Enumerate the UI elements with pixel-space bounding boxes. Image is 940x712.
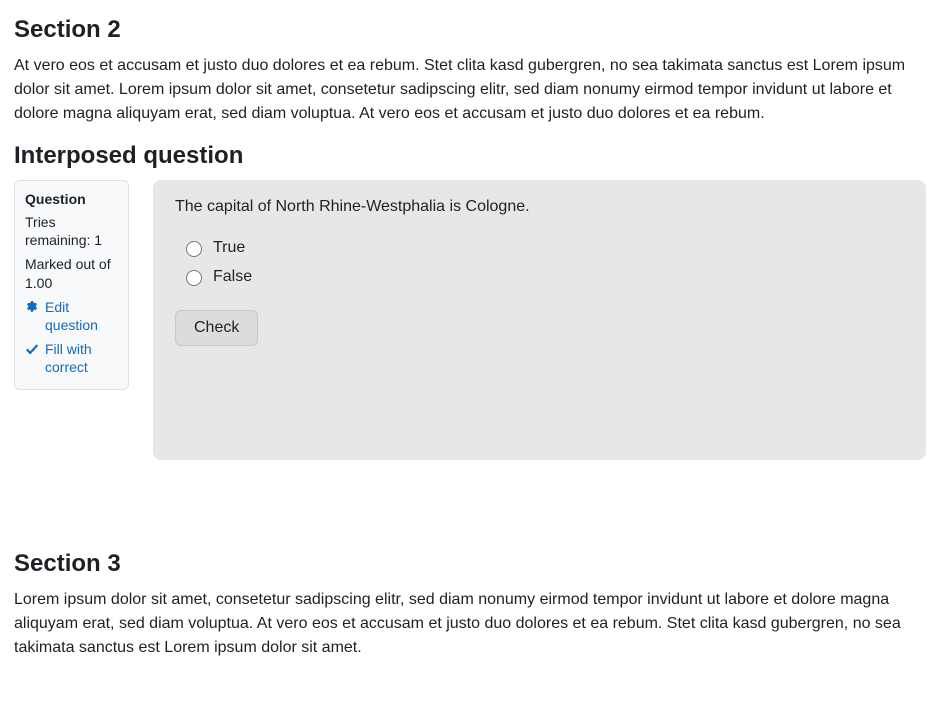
fill-correct-link[interactable]: Fill with correct bbox=[25, 340, 118, 376]
radio-false[interactable] bbox=[186, 270, 202, 286]
question-label: Question bbox=[25, 191, 118, 207]
radio-true[interactable] bbox=[186, 241, 202, 257]
question-info-card: Question Tries remaining: 1 Marked out o… bbox=[14, 180, 129, 390]
check-button[interactable]: Check bbox=[175, 310, 258, 346]
answer-options: True False bbox=[181, 238, 904, 286]
edit-question-link[interactable]: Edit question bbox=[25, 298, 118, 334]
fill-correct-label: Fill with correct bbox=[45, 340, 118, 376]
question-panel: The capital of North Rhine-Westphalia is… bbox=[153, 180, 926, 460]
marked-out-of-value: 1.00 bbox=[25, 275, 52, 291]
check-icon bbox=[25, 342, 39, 356]
question-block: Question Tries remaining: 1 Marked out o… bbox=[14, 180, 926, 460]
section-2-heading: Section 2 bbox=[14, 16, 926, 44]
option-false-label: False bbox=[213, 268, 252, 286]
question-text: The capital of North Rhine-Westphalia is… bbox=[175, 198, 904, 216]
spacer bbox=[14, 460, 926, 546]
section-3-body: Lorem ipsum dolor sit amet, consetetur s… bbox=[14, 588, 926, 660]
marked-out-of-label: Marked out of bbox=[25, 256, 111, 272]
option-true-label: True bbox=[213, 239, 245, 257]
option-false[interactable]: False bbox=[181, 267, 904, 286]
tries-remaining-value: 1 bbox=[94, 232, 102, 248]
tries-remaining-label: Tries remaining: bbox=[25, 214, 90, 248]
interposed-heading: Interposed question bbox=[14, 142, 926, 170]
tries-remaining: Tries remaining: 1 bbox=[25, 213, 118, 249]
section-3-heading: Section 3 bbox=[14, 550, 926, 578]
marked-out-of: Marked out of 1.00 bbox=[25, 255, 118, 291]
edit-question-label: Edit question bbox=[45, 298, 118, 334]
section-2-body: At vero eos et accusam et justo duo dolo… bbox=[14, 54, 926, 126]
gear-icon bbox=[25, 300, 39, 314]
option-true[interactable]: True bbox=[181, 238, 904, 257]
